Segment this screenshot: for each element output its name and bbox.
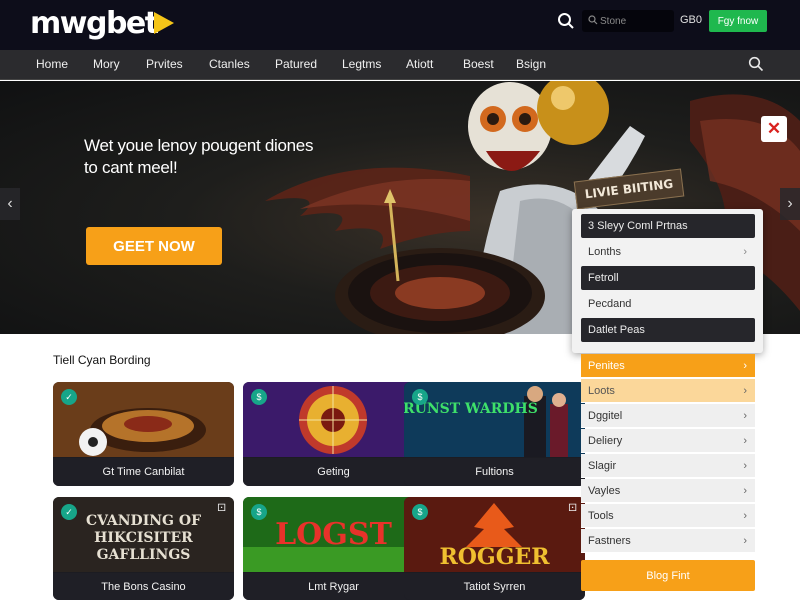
dropdown-menu: 3 Sleyy Coml Prtnas Lonths › Fetroll Pec… — [572, 209, 763, 353]
chevron-right-icon: › — [743, 485, 747, 497]
search-field-icon — [588, 15, 598, 25]
chevron-right-icon: › — [743, 460, 747, 472]
signup-button[interactable]: Fgy fnow — [709, 10, 767, 32]
card-corner-icon: ⚀ — [568, 503, 577, 514]
game-badge-icon: ✓ — [61, 504, 77, 520]
nav-item-bsign[interactable]: Bsign — [516, 57, 546, 71]
logo[interactable]: mwgbet — [30, 6, 159, 41]
side-menu-item-label: Loots — [588, 385, 615, 397]
carousel-prev-button[interactable]: ‹ — [0, 188, 20, 220]
chevron-right-icon: › — [743, 246, 747, 258]
side-menu-item-label: Vayles — [588, 485, 621, 497]
dropdown-item-label: Pecdand — [588, 298, 632, 310]
side-menu-item-label: Dggitel — [588, 410, 623, 422]
card-corner-icon: ⚀ — [217, 503, 226, 514]
side-menu-item[interactable]: Vayles › — [581, 479, 755, 503]
nav-item-prvites[interactable]: Prvites — [146, 57, 183, 71]
carousel-next-button[interactable]: › — [780, 188, 800, 220]
game-card-title: The Bons Casino — [53, 573, 234, 600]
side-menu-item-label: Tools — [588, 510, 614, 522]
game-badge-icon: $ — [412, 389, 428, 405]
nav-item-mory[interactable]: Mory — [93, 57, 120, 71]
dropdown-item[interactable]: Pecdand — [581, 292, 755, 316]
side-cta-button[interactable]: Blog Fint — [581, 560, 755, 591]
chevron-right-icon: › — [743, 510, 747, 522]
chevron-right-icon: › — [743, 385, 747, 397]
side-menu-item-label: Fastners — [588, 535, 631, 547]
side-menu-item-label: Penites — [588, 360, 625, 372]
hero-title: Wet youe lenoy pougent diones to cant me… — [84, 136, 314, 177]
dropdown-item-label: Fetroll — [588, 272, 619, 284]
dropdown-item[interactable]: 3 Sleyy Coml Prtnas — [581, 214, 755, 238]
game-card-art-text: ROGGER — [439, 544, 550, 570]
dropdown-item[interactable]: Lonths › — [581, 240, 755, 264]
side-menu-item[interactable]: Fastners › — [581, 529, 755, 553]
chevron-right-icon: › — [743, 435, 747, 447]
dropdown-item-label: Lonths — [588, 246, 622, 258]
close-button[interactable]: ✕ — [761, 116, 787, 142]
side-menu-item[interactable]: Penites › — [581, 354, 755, 378]
main-nav: Home Mory Prvites Ctanles Patured Legtms… — [0, 50, 800, 80]
search-input[interactable] — [600, 13, 670, 29]
chevron-right-icon: › — [743, 360, 747, 372]
side-menu-item[interactable]: Dggitel › — [581, 404, 755, 428]
dropdown-item-label: 3 Sleyy Coml Prtnas — [588, 220, 688, 232]
game-card-title: Fultions — [404, 458, 585, 486]
game-card[interactable]: BRUNST WARDHS $ Fultions — [404, 382, 585, 486]
section-title: Tiell Cyan Bording — [53, 353, 151, 367]
dropdown-item[interactable]: Fetroll — [581, 266, 755, 290]
search-icon[interactable] — [557, 12, 575, 30]
dropdown-item[interactable]: Datlet Peas — [581, 318, 755, 342]
top-bar: mwgbet GB0 Fgy fnow — [0, 0, 800, 50]
game-badge-icon: $ — [251, 389, 267, 405]
currency-selector[interactable]: GB0 — [680, 14, 702, 26]
nav-item-boest[interactable]: Boest — [463, 57, 494, 71]
game-card-image — [243, 382, 424, 457]
game-card-title: Tatiot Syrren — [404, 573, 585, 600]
nav-item-legtms[interactable]: Legtms — [342, 57, 381, 71]
side-menu-item[interactable]: Deliery › — [581, 429, 755, 453]
game-card-title: Geting — [243, 458, 424, 486]
side-menu-item[interactable]: Slagir › — [581, 454, 755, 478]
side-menu-item-label: Slagir — [588, 460, 617, 472]
game-badge-icon: $ — [251, 504, 267, 520]
game-card-art-text: BRUNST WARDHS — [404, 401, 538, 417]
dropdown-item-label: Datlet Peas — [588, 324, 645, 336]
nav-item-ctanles[interactable]: Ctanles — [209, 57, 250, 71]
get-now-button[interactable]: GEET NOW — [86, 227, 222, 265]
game-card-art-text: CVANDING OF HIKCISITER GAFLLINGS — [85, 513, 202, 563]
side-menu-item-label: Deliery — [588, 435, 623, 447]
game-card-title: Lmt Rygar — [243, 573, 424, 600]
game-card-title: Gt Time Canbilat — [53, 458, 234, 486]
game-card[interactable]: ROGGER $ ⚀ Tatiot Syrren — [404, 497, 585, 600]
game-card-image — [404, 382, 585, 457]
game-card[interactable]: LOGST $ Lmt Rygar — [243, 497, 424, 600]
search-field[interactable] — [582, 10, 674, 32]
logo-arrow-icon — [154, 12, 174, 34]
chevron-right-icon: › — [743, 410, 747, 422]
nav-search-icon[interactable] — [748, 56, 764, 72]
game-card[interactable]: CVANDING OF HIKCISITER GAFLLINGS ✓ ⚀ The… — [53, 497, 234, 600]
nav-item-home[interactable]: Home — [36, 57, 68, 71]
chevron-right-icon: › — [743, 535, 747, 547]
game-card-art-text: LOGST — [275, 517, 392, 552]
game-card-image — [53, 382, 234, 457]
game-badge-icon: ✓ — [61, 389, 77, 405]
game-badge-icon: $ — [412, 504, 428, 520]
side-menu-item[interactable]: Loots › — [581, 379, 755, 403]
nav-item-patured[interactable]: Patured — [275, 57, 317, 71]
game-card[interactable]: ✓ Gt Time Canbilat — [53, 382, 234, 486]
game-card[interactable]: $ ⚀ Geting — [243, 382, 424, 486]
side-menu-item[interactable]: Tools › — [581, 504, 755, 528]
nav-item-atiott[interactable]: Atiott — [406, 57, 433, 71]
